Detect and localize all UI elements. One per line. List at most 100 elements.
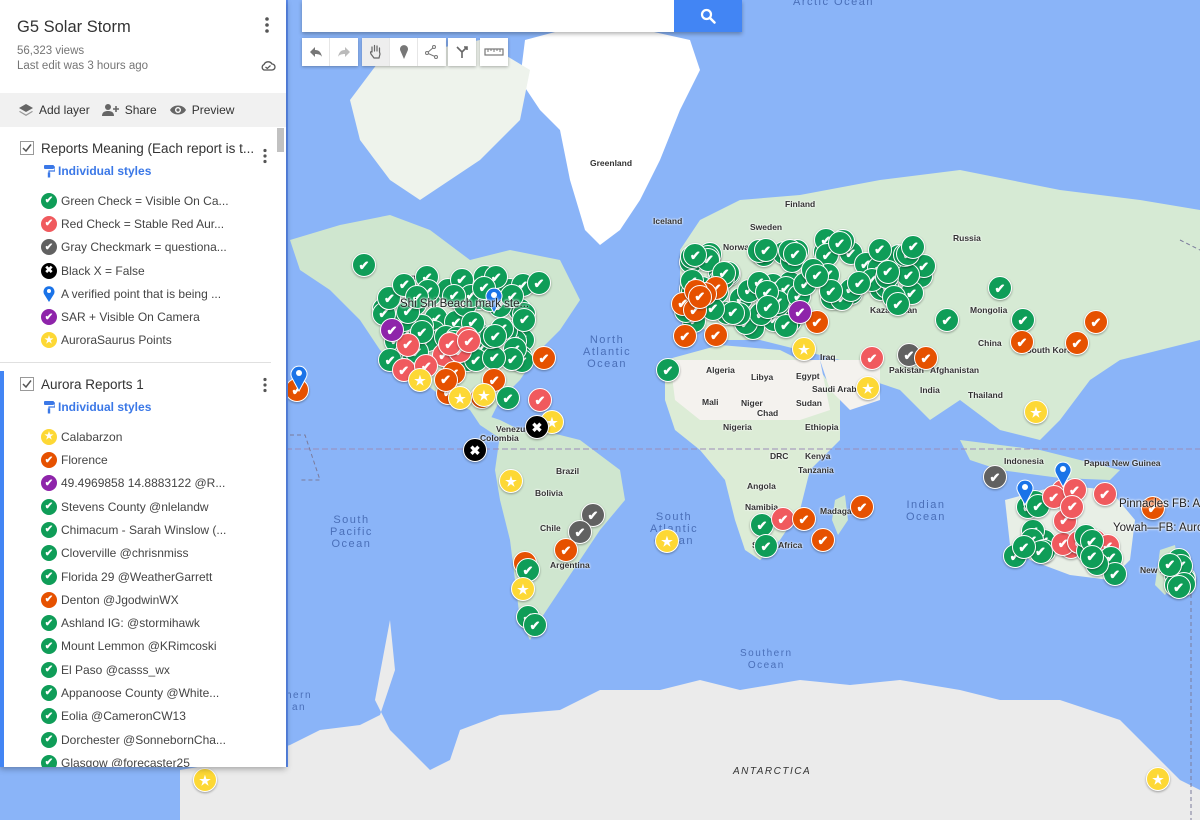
green-report-marker[interactable]: ✔ — [1011, 308, 1035, 332]
draw-line-button[interactable] — [418, 38, 446, 66]
map-options-icon[interactable] — [262, 15, 272, 35]
map-title[interactable]: G5 Solar Storm — [17, 18, 286, 37]
legend-item[interactable]: ✔ Glasgow @forecaster25 — [4, 751, 286, 767]
orange-report-marker[interactable]: ✔ — [554, 538, 578, 562]
select-hand-button[interactable] — [362, 38, 390, 66]
individual-styles-link[interactable]: Individual styles — [0, 161, 286, 181]
orange-report-marker[interactable]: ✔ — [703, 323, 728, 348]
orange-report-marker[interactable]: ✔ — [914, 346, 938, 370]
legend-item[interactable]: ✔ Eolia @CameronCW13 — [4, 705, 286, 728]
legend-item[interactable]: ✔ Mount Lemmon @KRimcoski — [4, 635, 286, 658]
yellow-report-marker[interactable]: ★ — [511, 577, 535, 601]
yellow-report-marker[interactable]: ★ — [499, 469, 523, 493]
green-report-marker[interactable]: ✔ — [1011, 535, 1036, 560]
legend-item[interactable]: ✔ Denton @JgodwinWX — [4, 588, 286, 611]
yellow-report-marker[interactable]: ★ — [856, 376, 880, 400]
orange-report-marker[interactable]: ✔ — [850, 495, 874, 519]
legend-item[interactable]: ✔ 49.4969858 14.8883122 @R... — [4, 472, 286, 495]
green-report-marker[interactable]: ✔ — [867, 237, 892, 262]
green-report-marker[interactable]: ✔ — [753, 238, 778, 263]
add-directions-button[interactable] — [448, 38, 476, 66]
yellow-report-marker[interactable]: ★ — [1024, 400, 1048, 424]
legend-item[interactable]: ✔ Chimacum - Sarah Winslow (... — [4, 518, 286, 541]
red-report-marker[interactable]: ✔ — [860, 346, 884, 370]
orange-report-marker[interactable]: ✔ — [792, 507, 816, 531]
purple-report-marker[interactable]: ✔ — [380, 318, 404, 342]
orange-report-marker[interactable]: ✔ — [672, 324, 697, 349]
orange-report-marker[interactable]: ✔ — [1065, 331, 1089, 355]
black-report-marker[interactable]: ✖ — [463, 438, 487, 462]
orange-report-marker[interactable]: ✔ — [811, 528, 835, 552]
blue-pin-marker[interactable] — [1053, 460, 1073, 488]
legend-item[interactable]: ✔ SAR + Visible On Camera — [0, 305, 286, 328]
legend-item[interactable]: ✔ Florida 29 @WeatherGarrett — [4, 565, 286, 588]
add-layer-button[interactable]: Add layer — [18, 103, 90, 117]
legend-item[interactable]: ✖ Black X = False — [0, 259, 286, 282]
legend-item[interactable]: ✔ Green Check = Visible On Ca... — [0, 189, 286, 212]
yellow-report-marker[interactable]: ★ — [792, 337, 816, 361]
layer-options-icon[interactable] — [262, 148, 268, 164]
green-report-marker[interactable]: ✔ — [482, 345, 507, 370]
green-report-marker[interactable]: ✔ — [886, 292, 910, 316]
search-input[interactable] — [302, 0, 674, 32]
black-report-marker[interactable]: ✖ — [525, 415, 549, 439]
orange-report-marker[interactable]: ✔ — [532, 346, 556, 370]
yellow-report-marker[interactable]: ★ — [655, 529, 679, 553]
green-report-marker[interactable]: ✔ — [988, 276, 1012, 300]
add-marker-button[interactable] — [390, 38, 418, 66]
green-report-marker[interactable]: ✔ — [875, 259, 900, 284]
legend-item[interactable]: ✔ Ashland IG: @stormihawk — [4, 611, 286, 634]
search-button[interactable] — [674, 0, 742, 32]
green-report-marker[interactable]: ✔ — [754, 534, 778, 558]
map-label-shi-shi-beach[interactable]: Shi Shi Beach mark ste... — [400, 298, 529, 310]
legend-item[interactable]: ✔ Dorchester @SonnebornCha... — [4, 728, 286, 751]
legend-item[interactable]: ★ AuroraSaurus Points — [0, 329, 286, 352]
layer-visibility-checkbox[interactable] — [20, 141, 34, 155]
layer-options-icon[interactable] — [262, 377, 268, 393]
yellow-report-marker[interactable]: ★ — [408, 368, 432, 392]
map-label-yowah[interactable]: Yowah—FB: Auro... — [1113, 522, 1200, 534]
layer-title[interactable]: Reports Meaning (Each report is t... — [41, 141, 254, 156]
legend-item[interactable]: ✔ El Paso @casss_wx — [4, 658, 286, 681]
yellow-report-marker[interactable]: ★ — [193, 768, 217, 792]
legend-item[interactable]: A verified point that is being ... — [0, 282, 286, 305]
legend-item[interactable]: ✔ Florence — [4, 448, 286, 471]
preview-button[interactable]: Preview — [169, 103, 234, 117]
undo-button[interactable] — [302, 38, 330, 66]
green-report-marker[interactable]: ✔ — [1166, 575, 1191, 600]
legend-item[interactable]: ✔ Stevens County @nlelandw — [4, 495, 286, 518]
panel-scrollbar[interactable] — [277, 128, 284, 152]
yellow-report-marker[interactable]: ★ — [1146, 767, 1170, 791]
green-report-marker[interactable]: ✔ — [656, 358, 680, 382]
green-report-marker[interactable]: ✔ — [512, 307, 537, 332]
layer-visibility-checkbox[interactable] — [20, 377, 34, 392]
red-report-marker[interactable]: ✔ — [528, 388, 552, 412]
purple-report-marker[interactable]: ✔ — [788, 300, 812, 324]
legend-item[interactable]: ✔ Red Check = Stable Red Aur... — [0, 212, 286, 235]
legend-item[interactable]: ✔ Gray Checkmark = questiona... — [0, 236, 286, 259]
green-report-marker[interactable]: ✔ — [1079, 544, 1104, 569]
red-report-marker[interactable]: ✔ — [1092, 482, 1117, 507]
green-report-marker[interactable]: ✔ — [827, 231, 852, 256]
green-report-marker[interactable]: ✔ — [527, 271, 551, 295]
gray-report-marker[interactable]: ✔ — [983, 465, 1007, 489]
orange-report-marker[interactable]: ✔ — [687, 284, 712, 309]
green-report-marker[interactable]: ✔ — [805, 263, 830, 288]
map-label-pinnacles[interactable]: Pinnacles FB: A... — [1119, 498, 1200, 510]
yellow-report-marker[interactable]: ★ — [472, 383, 496, 407]
blue-pin-marker[interactable] — [289, 364, 309, 392]
layer-title[interactable]: Aurora Reports 1 — [41, 377, 144, 392]
legend-item[interactable]: ★ Calabarzon — [4, 425, 286, 448]
green-report-marker[interactable]: ✔ — [901, 234, 926, 259]
redo-button[interactable] — [330, 38, 358, 66]
individual-styles-link[interactable]: Individual styles — [4, 397, 286, 417]
share-button[interactable]: Share — [101, 103, 157, 117]
measure-button[interactable] — [480, 38, 508, 66]
blue-pin-marker[interactable] — [1015, 478, 1035, 506]
legend-item[interactable]: ✔ Appanoose County @White... — [4, 681, 286, 704]
green-report-marker[interactable]: ✔ — [523, 613, 547, 637]
orange-report-marker[interactable]: ✔ — [1084, 310, 1108, 334]
red-report-marker[interactable]: ✔ — [1060, 494, 1085, 519]
yellow-report-marker[interactable]: ★ — [448, 386, 472, 410]
orange-report-marker[interactable]: ✔ — [1010, 330, 1034, 354]
